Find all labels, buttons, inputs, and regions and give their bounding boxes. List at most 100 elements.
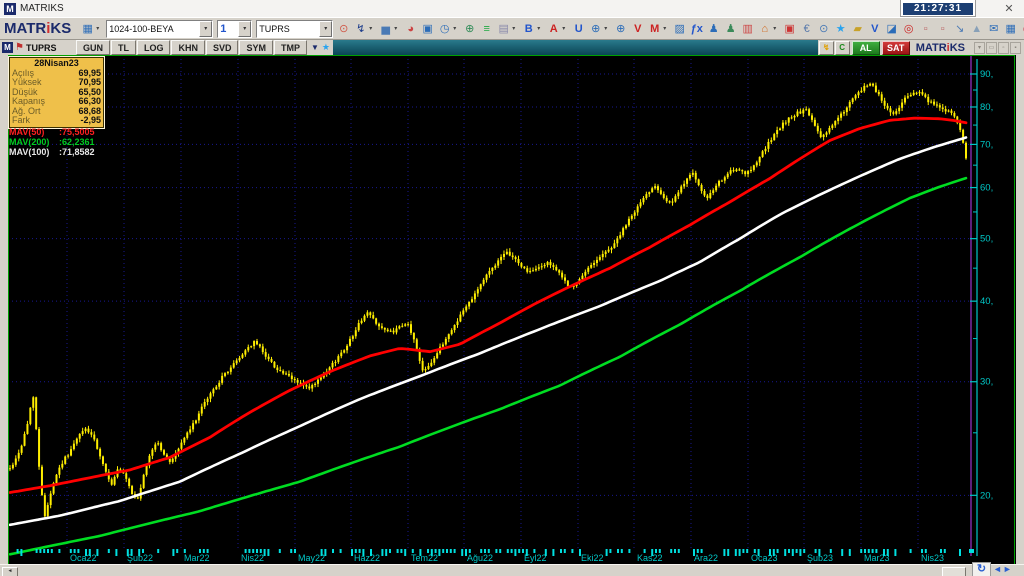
buy-button[interactable]: AL bbox=[851, 40, 880, 55]
bold-b-icon[interactable]: B bbox=[520, 20, 537, 38]
bottom-bar: ◄ ↻ ◄► bbox=[0, 562, 1024, 576]
close-icon[interactable]: ✕ bbox=[1002, 2, 1016, 15]
candlestick-chart[interactable]: Oca22 Şub22 Mar22 Nis22 May22 Haz22 Tem22 Ağu22… bbox=[8, 55, 1016, 564]
chevron-down-icon[interactable]: ▾ bbox=[453, 25, 460, 32]
alert-icon[interactable]: ▲ bbox=[968, 20, 985, 38]
depth-icon[interactable]: ≡ bbox=[478, 20, 495, 38]
resize-icon[interactable]: ↘ bbox=[951, 20, 968, 38]
combo-symbol[interactable]: TUPRS ▾ bbox=[256, 19, 334, 38]
window-button-1[interactable]: ▭ bbox=[986, 41, 997, 54]
search-icon[interactable]: ⊙ bbox=[815, 20, 832, 38]
user-add-icon[interactable]: ♟ bbox=[722, 20, 739, 38]
zoom-icon[interactable]: ⊙ bbox=[335, 20, 352, 38]
window-button-0[interactable]: ▾ bbox=[974, 41, 985, 54]
chart-mode-button-log[interactable]: LOG bbox=[136, 40, 171, 55]
pan-right-icon: ► bbox=[1002, 564, 1013, 574]
notes-icon[interactable]: ▤ bbox=[495, 20, 512, 38]
fx-icon[interactable]: ƒx bbox=[688, 20, 705, 38]
mail-icon[interactable]: ✉ bbox=[985, 20, 1002, 38]
globe-icon[interactable]: ⊕ bbox=[461, 20, 478, 38]
chart-mode-button-tl[interactable]: TL bbox=[110, 40, 136, 55]
scrollbar-thumb[interactable] bbox=[942, 567, 966, 576]
sell-button[interactable]: SAT bbox=[881, 40, 910, 55]
matriks-spinner-icon: ↻ bbox=[972, 562, 991, 576]
chart-mode-button-sym[interactable]: SYM bbox=[239, 40, 273, 55]
window-button-3[interactable]: ▪ bbox=[1010, 41, 1021, 54]
window1-icon[interactable]: ▫ bbox=[917, 20, 934, 38]
chevron-down-icon[interactable]: ▾ bbox=[537, 25, 544, 32]
viop-icon[interactable]: V bbox=[629, 20, 646, 38]
web-icon[interactable]: ⊕ bbox=[587, 20, 604, 38]
chevron-down-icon[interactable]: ▾ bbox=[199, 20, 213, 37]
c-button[interactable]: C bbox=[834, 40, 850, 55]
analyst-icon[interactable]: ◪ bbox=[883, 20, 900, 38]
x-axis-month-label: Mar22 bbox=[184, 553, 210, 563]
mini-chart-icon[interactable]: ▨ bbox=[671, 20, 688, 38]
chart-mode-button-gun[interactable]: GUN bbox=[75, 40, 110, 55]
chevron-down-icon[interactable]: ▾ bbox=[562, 25, 569, 32]
mav-value: :71,8582 bbox=[59, 147, 95, 157]
chart-mode-button-khn[interactable]: KHN bbox=[171, 40, 205, 55]
chevron-down-icon[interactable]: ▾ bbox=[319, 20, 333, 37]
scroll-left-button[interactable]: ◄ bbox=[2, 567, 18, 576]
twitter-icon[interactable]: ★ bbox=[832, 20, 849, 38]
lightning-icon[interactable]: ↯ bbox=[352, 20, 369, 38]
ranking-icon[interactable]: ▥ bbox=[739, 20, 756, 38]
home-up-icon[interactable]: ⌂ bbox=[756, 20, 773, 38]
combo-period[interactable]: 1 ▾ bbox=[217, 19, 253, 38]
chevron-down-icon[interactable]: ▾ bbox=[96, 25, 103, 32]
y-axis-tick-label: 80, bbox=[980, 102, 993, 113]
clock-icon[interactable]: ◷ bbox=[436, 20, 453, 38]
x-axis-month-label: Ara22 bbox=[694, 553, 718, 563]
mav-value: :62,2361 bbox=[59, 137, 95, 147]
alarm-chart-icon[interactable]: ◎ bbox=[900, 20, 917, 38]
combo-layout[interactable]: 1024-100-BEYA ▾ bbox=[106, 19, 214, 38]
y-axis-tick-label: 20, bbox=[980, 490, 993, 501]
v-blue-icon[interactable]: V bbox=[866, 20, 883, 38]
window-button-2[interactable]: ▫ bbox=[998, 41, 1009, 54]
pan-arrows[interactable]: ◄► bbox=[993, 564, 1013, 574]
x-axis-month-label: Oca22 bbox=[70, 553, 97, 563]
twitter-icon[interactable]: ★ bbox=[322, 42, 330, 53]
chart-mode-button-tmp[interactable]: TMP bbox=[274, 40, 307, 55]
window2-icon[interactable]: ▫ bbox=[934, 20, 951, 38]
combo-symbol-value: TUPRS bbox=[259, 23, 290, 34]
save-icon[interactable]: ▦ bbox=[79, 20, 96, 38]
chevron-down-icon[interactable]: ▼ bbox=[311, 43, 319, 52]
chart-type-icon[interactable]: ▅ bbox=[377, 20, 394, 38]
mav-value: :75,5005 bbox=[59, 127, 95, 137]
chevron-down-icon[interactable]: ▾ bbox=[604, 25, 611, 32]
monitor-icon[interactable]: ▣ bbox=[419, 20, 436, 38]
chat-icon[interactable]: ◉ bbox=[1019, 20, 1024, 38]
window-border-right bbox=[1016, 55, 1024, 576]
chart-window-icon: M bbox=[2, 42, 13, 53]
chart-mode-button-svd[interactable]: SVD bbox=[205, 40, 239, 55]
chevron-down-icon[interactable]: ▾ bbox=[369, 25, 376, 32]
chart-titlebar-strip[interactable] bbox=[333, 40, 818, 55]
chevron-down-icon[interactable]: ▾ bbox=[238, 20, 252, 37]
chevron-down-icon[interactable]: ▾ bbox=[663, 25, 670, 32]
clock-display: 21:27:31 bbox=[903, 3, 973, 15]
alarm-a-icon[interactable]: A bbox=[545, 20, 562, 38]
chevron-down-icon[interactable]: ▾ bbox=[773, 25, 780, 32]
portfolio-icon[interactable]: ♟ bbox=[705, 20, 722, 38]
docs-gold-icon[interactable]: ▰ bbox=[849, 20, 866, 38]
window-control-buttons: ▾ ▭ ▫ ▪ bbox=[973, 41, 1021, 54]
calculator-icon[interactable]: ▦ bbox=[1002, 20, 1019, 38]
x-axis-month-label: Tem22 bbox=[411, 553, 438, 563]
web2-icon[interactable]: ⊕ bbox=[612, 20, 629, 38]
flash-button[interactable]: ↯ bbox=[818, 40, 834, 55]
mav-label: MAV(200) bbox=[9, 137, 50, 147]
underline-u-icon[interactable]: U bbox=[570, 20, 587, 38]
reports-icon[interactable]: ▣ bbox=[781, 20, 798, 38]
window-title: MATRIKS bbox=[20, 3, 64, 14]
x-axis-month-label: Eki22 bbox=[581, 553, 604, 563]
chevron-down-icon[interactable]: ▾ bbox=[394, 25, 401, 32]
pie-chart-icon[interactable]: ◕ bbox=[402, 20, 419, 38]
x-axis-month-label: Mar23 bbox=[864, 553, 890, 563]
m-red-icon[interactable]: M bbox=[646, 20, 663, 38]
chart-symbol-label: TUPRS bbox=[25, 42, 57, 53]
chevron-down-icon[interactable]: ▾ bbox=[512, 25, 519, 32]
currency-icon[interactable]: € bbox=[798, 20, 815, 38]
mav-label: MAV(50) bbox=[9, 127, 45, 137]
